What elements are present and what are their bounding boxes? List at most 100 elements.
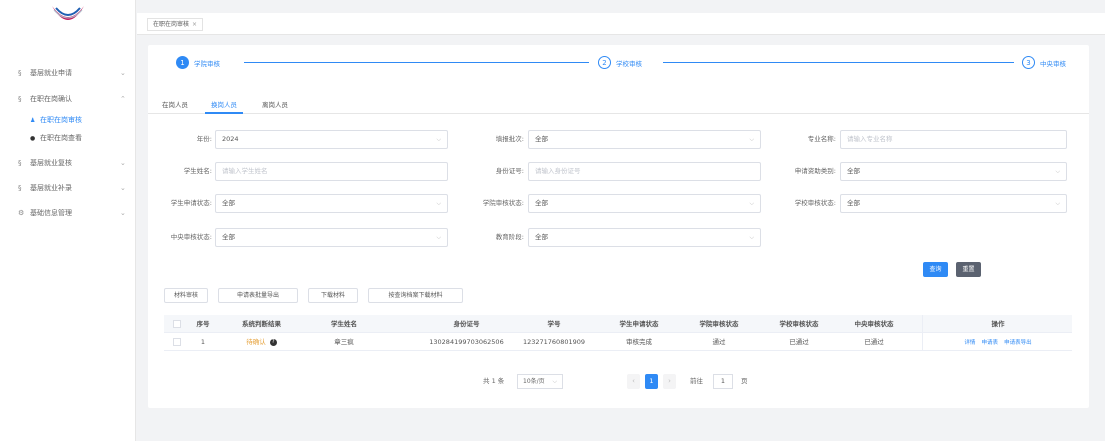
chevron-down-icon: ⌵: [749, 136, 754, 143]
col-no: 序号: [196, 320, 210, 328]
chevron-down-icon: ⌵: [552, 378, 557, 385]
aid-type-select[interactable]: 全部 ⌵: [840, 162, 1067, 181]
sidebar-item-label: 基础信息管理: [30, 209, 72, 217]
col-central-status: 中央审核状态: [854, 320, 894, 328]
education-stage-value: 全部: [535, 233, 548, 241]
id-number-input[interactable]: 请输入身份证号: [528, 162, 761, 181]
batch-select[interactable]: 全部 ⌵: [528, 130, 761, 149]
chevron-down-icon: ⌵: [749, 234, 754, 241]
row-student-no: 123271760801909: [522, 338, 586, 346]
education-stage-select[interactable]: 全部 ⌵: [528, 228, 761, 247]
school-status-label: 学校审核状态:: [794, 199, 836, 207]
col-apply-status: 学生申请状态: [619, 320, 659, 328]
student-name-input[interactable]: 请输入学生姓名: [215, 162, 448, 181]
reset-button[interactable]: 重置: [956, 262, 981, 277]
chevron-down-icon: ⌵: [436, 234, 441, 241]
year-select[interactable]: 2024 ⌵: [215, 130, 448, 149]
material-review-button[interactable]: 材料审核: [164, 288, 208, 303]
college-status-select[interactable]: 全部 ⌵: [528, 194, 761, 213]
central-status-value: 全部: [222, 233, 235, 241]
step-school-review: 2 学校审核: [598, 56, 642, 69]
query-button[interactable]: 查询: [923, 262, 948, 277]
select-all-checkbox[interactable]: [173, 320, 181, 328]
chevron-down-icon: ⌄: [120, 184, 126, 192]
batch-label: 填报批次:: [495, 135, 524, 143]
sidebar-subitem-onduty-review[interactable]: ♟ 在职在岗审核: [0, 113, 136, 127]
tab-label: 在职在岗审核: [153, 21, 190, 28]
year-value: 2024: [222, 135, 239, 143]
page-size-select[interactable]: 10条/页 ⌵: [517, 374, 563, 389]
chevron-down-icon: ⌵: [436, 200, 441, 207]
chevron-down-icon: ⌵: [749, 200, 754, 207]
apply-status-select[interactable]: 全部 ⌵: [215, 194, 448, 213]
step-label: 学校审核: [616, 59, 642, 68]
sidebar-item-label: 基层就业补录: [30, 184, 72, 192]
row-no: 1: [200, 338, 206, 346]
chevron-down-icon: ⌵: [436, 136, 441, 143]
sidebar-item-basic-supplement[interactable]: § 基层就业补录 ⌄: [0, 181, 136, 195]
id-number-label: 身份证号:: [495, 167, 524, 175]
question-icon[interactable]: ?: [269, 338, 277, 346]
step-label: 中央审核: [1040, 59, 1066, 68]
sidebar-item-basic-recheck[interactable]: § 基层就业复核 ⌄: [0, 156, 136, 170]
year-label: 年份:: [196, 135, 212, 143]
step-connector: [244, 62, 589, 63]
tab-left-post[interactable]: 离岗人员: [256, 98, 294, 114]
school-status-select[interactable]: 全部 ⌵: [840, 194, 1067, 213]
sidebar-item-label: 在职在岗确认: [30, 95, 72, 103]
goto-page-input[interactable]: 1: [713, 374, 733, 389]
export-form-link[interactable]: 申请表导出: [1004, 340, 1032, 346]
tab-changed-post[interactable]: 换岗人员: [205, 98, 243, 114]
sidebar-subitem-onduty-view[interactable]: ● 在职在岗查看: [0, 131, 136, 145]
row-apply-status: 审核完成: [626, 338, 652, 346]
step-connector: [663, 62, 1014, 63]
chevron-down-icon: ⌄: [120, 209, 126, 217]
sidebar-subitem-label: 在职在岗审核: [40, 116, 82, 124]
tab-on-duty[interactable]: 在岗人员: [156, 98, 194, 114]
col-operations: 操作: [991, 320, 1005, 328]
prev-page-button[interactable]: ‹: [627, 374, 640, 389]
row-operations: 详情 申请表 申请表导出: [924, 333, 1072, 351]
major-input[interactable]: 请输入专业名称: [840, 130, 1067, 149]
row-central-status: 已通过: [864, 338, 884, 346]
page-1-button[interactable]: 1: [645, 374, 658, 389]
chevron-down-icon: ⌄: [120, 69, 126, 77]
school-status-value: 全部: [847, 199, 860, 207]
next-page-button[interactable]: ›: [663, 374, 676, 389]
grid-icon: §: [18, 95, 22, 103]
sidebar-subitem-label: 在职在岗查看: [40, 134, 82, 142]
sidebar-item-label: 基层就业申请: [30, 69, 72, 77]
sidebar-item-basic-apply[interactable]: § 基层就业申请 ⌄: [0, 66, 136, 80]
row-college-status: 通过: [712, 338, 726, 346]
row-checkbox[interactable]: [173, 338, 181, 346]
step-central-review: 3 中央审核: [1022, 56, 1066, 69]
college-status-value: 全部: [535, 199, 548, 207]
close-icon[interactable]: ×: [192, 21, 197, 28]
eye-icon: ●: [30, 134, 36, 142]
batch-value: 全部: [535, 135, 548, 143]
row-student-name: 章三疯: [334, 338, 354, 346]
apply-status-label: 学生申请状态:: [170, 199, 212, 207]
application-form-link[interactable]: 申请表: [981, 340, 998, 346]
central-status-label: 中央审核状态:: [170, 233, 212, 241]
download-by-query-button[interactable]: 按查询档案下载材料: [368, 288, 463, 303]
batch-export-button[interactable]: 申请表批量导出: [218, 288, 298, 303]
col-student-no: 学号: [547, 320, 561, 328]
main-card: 1 学院审核 2 学校审核 3 中央审核 在岗人员 换岗人员 离岗人员 年份: …: [148, 45, 1089, 408]
grid-icon: §: [18, 69, 22, 77]
sidebar-item-basic-info[interactable]: ⚙ 基础信息管理 ⌄: [0, 206, 136, 220]
table-header: 序号 系统判断结果 学生姓名 身份证号 学号 学生申请状态 学院审核状态 学校审…: [164, 315, 1072, 333]
chevron-down-icon: ⌄: [120, 159, 126, 167]
step-college-review: 1 学院审核: [176, 56, 220, 69]
sidebar-item-label: 基层就业复核: [30, 159, 72, 167]
central-status-select[interactable]: 全部 ⌵: [215, 228, 448, 247]
total-count: 共 1 条: [483, 377, 505, 385]
table-row: 1 待确认? 章三疯 130284199703062506 1232717608…: [164, 333, 1072, 351]
tab-onduty-review[interactable]: 在职在岗审核 ×: [147, 18, 204, 31]
column-divider: [922, 315, 923, 351]
col-system-result: 系统判断结果: [242, 320, 281, 328]
tab-bar: 在职在岗审核 ×: [137, 13, 1105, 35]
detail-link[interactable]: 详情: [964, 340, 975, 346]
sidebar-item-onduty-confirm[interactable]: § 在职在岗确认 ⌃: [0, 92, 136, 106]
download-materials-button[interactable]: 下载材料: [308, 288, 358, 303]
